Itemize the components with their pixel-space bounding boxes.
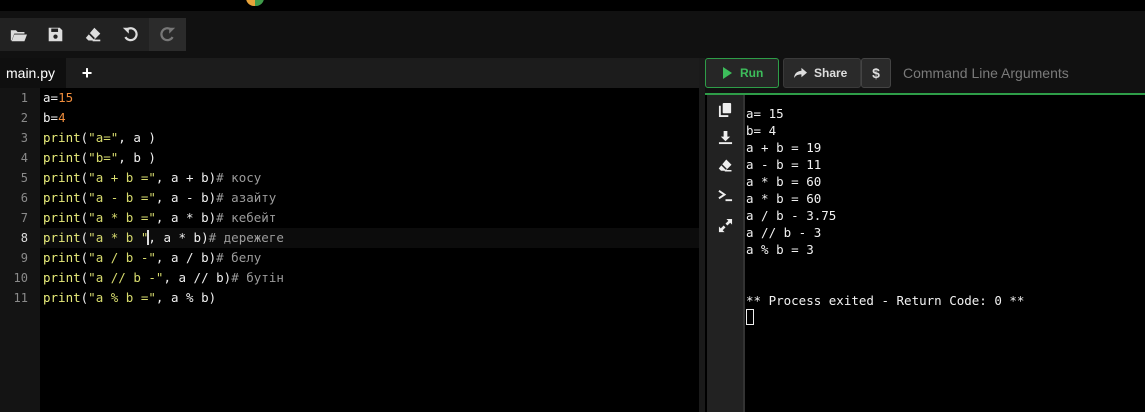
run-label: Run <box>740 66 764 80</box>
save-icon <box>48 27 63 42</box>
output-line: a // b - 3 <box>746 225 822 240</box>
toolbar-area <box>0 11 1145 58</box>
run-bar: Run Share $ <box>705 58 1145 94</box>
output-line: a - b = 11 <box>746 157 822 172</box>
logo-icon <box>246 0 264 7</box>
line-number: 11 <box>13 291 28 305</box>
run-button[interactable]: Run <box>705 58 779 88</box>
eraser-icon <box>85 27 100 42</box>
output-line: a= 15 <box>746 106 784 121</box>
download-output-button[interactable] <box>715 127 735 147</box>
code-line[interactable]: a=15 <box>43 88 284 108</box>
share-icon <box>794 67 807 78</box>
clear-output-button[interactable] <box>715 155 735 175</box>
eraser-icon <box>718 159 731 171</box>
code-line[interactable]: print("a * b ", a * b)# дережеге <box>43 228 284 248</box>
dollar-button[interactable]: $ <box>861 58 891 88</box>
output-line: a * b = 60 <box>746 191 822 206</box>
line-number: 6 <box>20 191 28 205</box>
tab-main-py[interactable]: main.py <box>0 58 66 88</box>
line-number: 2 <box>20 111 28 125</box>
top-strip <box>0 0 1145 11</box>
copy-output-button[interactable] <box>715 99 735 119</box>
output-line: a / b - 3.75 <box>746 208 837 223</box>
code-content[interactable]: a=15 b=4 print("a=", a ) print("b=", b ) pri… <box>43 88 284 308</box>
line-number: 1 <box>20 91 28 105</box>
code-line[interactable]: print("a // b -", a // b)# бутін <box>43 268 284 288</box>
save-button[interactable] <box>37 18 74 51</box>
copy-icon <box>718 102 731 117</box>
open-button[interactable] <box>0 18 37 51</box>
terminal-button[interactable] <box>715 185 735 205</box>
file-toolbar <box>0 18 187 51</box>
play-icon <box>723 67 732 79</box>
code-line[interactable]: print("a * b =", a * b)# кебейт <box>43 208 284 228</box>
code-line[interactable]: print("a - b =", a - b)# азайту <box>43 188 284 208</box>
undo-icon <box>122 27 138 42</box>
pane-divider[interactable] <box>699 58 705 412</box>
code-line[interactable]: print("a % b =", a % b) <box>43 288 284 308</box>
code-line[interactable]: print("a=", a ) <box>43 128 284 148</box>
expand-icon <box>718 218 732 232</box>
expand-output-button[interactable] <box>715 215 735 235</box>
line-number: 7 <box>20 211 28 225</box>
output-line: ** Process exited - Return Code: 0 ** <box>746 293 1025 308</box>
line-number-gutter: 1 2 3 4 5 6 7 8 9 10 11 <box>0 88 40 412</box>
output-line: a * b = 60 <box>746 174 822 189</box>
line-number: 9 <box>20 251 28 265</box>
editor-tab-bar: main.py + <box>0 58 699 88</box>
line-number: 4 <box>20 151 28 165</box>
terminal-cursor <box>746 309 754 325</box>
line-number: 3 <box>20 131 28 145</box>
text-cursor <box>147 230 150 245</box>
share-button[interactable]: Share <box>783 58 861 88</box>
undo-button[interactable] <box>112 18 149 51</box>
code-line[interactable]: print("b=", b ) <box>43 148 284 168</box>
open-icon <box>10 30 28 42</box>
output-side-toolbar <box>707 95 743 412</box>
line-number: 10 <box>13 271 28 285</box>
line-number-active: 8 <box>20 231 28 245</box>
share-label: Share <box>814 66 848 80</box>
output-line: a + b = 19 <box>746 140 822 155</box>
output-line: b= 4 <box>746 123 777 138</box>
code-line[interactable]: b=4 <box>43 108 284 128</box>
command-line-arguments-input[interactable] <box>896 58 1145 88</box>
output-line: a % b = 3 <box>746 242 814 257</box>
redo-icon <box>160 27 176 42</box>
terminal-icon <box>717 189 732 201</box>
line-number: 5 <box>20 171 28 185</box>
output-text: a= 15 b= 4 a + b = 19 a - b = 11 a * b = 60 a… <box>746 105 1024 309</box>
code-line[interactable]: print("a + b =", a + b)# косу <box>43 168 284 188</box>
redo-button[interactable] <box>148 18 187 51</box>
add-tab-button[interactable]: + <box>79 64 95 82</box>
clear-button[interactable] <box>74 18 111 51</box>
code-line[interactable]: print("a / b -", a / b)# белу <box>43 248 284 268</box>
download-icon <box>718 130 732 144</box>
